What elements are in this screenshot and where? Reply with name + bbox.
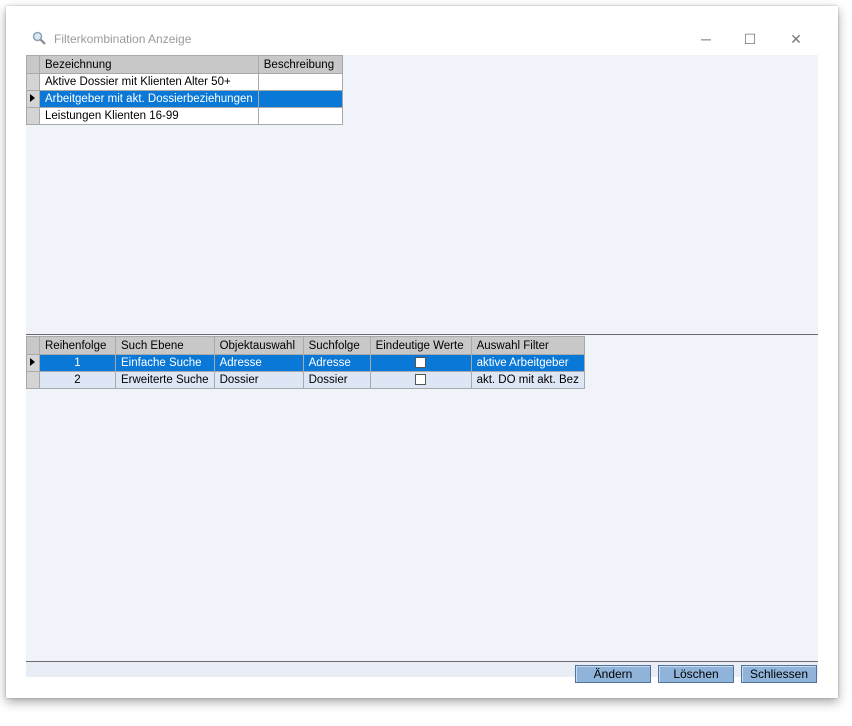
cell-eindeutige-werte[interactable] bbox=[369, 354, 472, 372]
column-header-objektauswahl[interactable]: Objektauswahl bbox=[213, 336, 304, 355]
row-header-corner bbox=[26, 55, 40, 74]
cell-such-ebene[interactable]: Erweiterte Suche bbox=[115, 371, 215, 389]
table-row[interactable]: Aktive Dossier mit Klienten Alter 50+ bbox=[26, 73, 343, 91]
aendern-button[interactable]: Ändern bbox=[575, 665, 651, 683]
filter-window: Filterkombination Anzeige ─ ☐ ✕ Bezeichn… bbox=[6, 6, 838, 698]
schliessen-button[interactable]: Schliessen bbox=[741, 665, 817, 683]
filter-grid: Bezeichnung Beschreibung Aktive Dossier … bbox=[26, 55, 343, 125]
row-header[interactable] bbox=[26, 371, 40, 389]
eindeutige-werte-checkbox[interactable] bbox=[415, 357, 427, 369]
minimize-button[interactable]: ─ bbox=[686, 26, 726, 52]
cell-suchfolge[interactable]: Adresse bbox=[302, 354, 371, 372]
filter-grid-header: Bezeichnung Beschreibung bbox=[26, 55, 343, 74]
row-header-corner bbox=[26, 336, 40, 355]
cell-eindeutige-werte[interactable] bbox=[369, 371, 472, 389]
search-steps-header: Reihenfolge Such Ebene Objektauswahl Suc… bbox=[26, 336, 585, 355]
cell-bezeichnung[interactable]: Aktive Dossier mit Klienten Alter 50+ bbox=[39, 73, 259, 91]
column-header-beschreibung[interactable]: Beschreibung bbox=[257, 55, 343, 74]
cell-beschreibung[interactable] bbox=[257, 90, 343, 108]
cell-auswahl-filter[interactable]: aktive Arbeitgeber bbox=[470, 354, 585, 372]
row-pointer-icon bbox=[30, 94, 35, 102]
row-header[interactable] bbox=[26, 73, 40, 91]
column-header-reihenfolge[interactable]: Reihenfolge bbox=[39, 336, 116, 355]
row-header[interactable] bbox=[26, 354, 40, 372]
column-header-suchfolge[interactable]: Suchfolge bbox=[302, 336, 371, 355]
column-header-such-ebene[interactable]: Such Ebene bbox=[115, 336, 215, 355]
cell-suchfolge[interactable]: Dossier bbox=[302, 371, 371, 389]
row-header[interactable] bbox=[26, 107, 40, 125]
eindeutige-werte-checkbox[interactable] bbox=[415, 374, 427, 386]
table-row-selected[interactable]: 1 Einfache Suche Adresse Adresse aktive … bbox=[26, 354, 585, 372]
row-header[interactable] bbox=[26, 90, 40, 108]
table-row-selected[interactable]: Arbeitgeber mit akt. Dossierbeziehungen bbox=[26, 90, 343, 108]
splitter[interactable] bbox=[26, 334, 818, 335]
cell-objektauswahl[interactable]: Dossier bbox=[213, 371, 304, 389]
column-header-auswahl-filter[interactable]: Auswahl Filter bbox=[470, 336, 585, 355]
table-row[interactable]: Leistungen Klienten 16-99 bbox=[26, 107, 343, 125]
cell-reihenfolge[interactable]: 2 bbox=[39, 371, 116, 389]
button-bar: Ändern Löschen Schliessen bbox=[26, 661, 818, 683]
table-row[interactable]: 2 Erweiterte Suche Dossier Dossier akt. … bbox=[26, 371, 585, 389]
cell-beschreibung[interactable] bbox=[257, 107, 343, 125]
cell-auswahl-filter[interactable]: akt. DO mit akt. Bez bbox=[470, 371, 585, 389]
cell-such-ebene[interactable]: Einfache Suche bbox=[115, 354, 215, 372]
loeschen-button[interactable]: Löschen bbox=[658, 665, 734, 683]
column-header-eindeutige-werte[interactable]: Eindeutige Werte bbox=[369, 336, 472, 355]
window-title: Filterkombination Anzeige bbox=[54, 32, 192, 46]
row-pointer-icon bbox=[30, 358, 35, 366]
cell-beschreibung[interactable] bbox=[257, 73, 343, 91]
column-header-bezeichnung[interactable]: Bezeichnung bbox=[39, 55, 259, 74]
cell-reihenfolge[interactable]: 1 bbox=[39, 354, 116, 372]
search-steps-grid: Reihenfolge Such Ebene Objektauswahl Suc… bbox=[26, 336, 585, 389]
magnifier-icon bbox=[32, 31, 46, 45]
title-bar: Filterkombination Anzeige ─ ☐ ✕ bbox=[6, 6, 838, 54]
cell-bezeichnung[interactable]: Leistungen Klienten 16-99 bbox=[39, 107, 259, 125]
cell-bezeichnung[interactable]: Arbeitgeber mit akt. Dossierbeziehungen bbox=[39, 90, 259, 108]
client-area: Bezeichnung Beschreibung Aktive Dossier … bbox=[26, 55, 818, 683]
close-button[interactable]: ✕ bbox=[776, 26, 816, 52]
maximize-button[interactable]: ☐ bbox=[730, 26, 770, 52]
cell-objektauswahl[interactable]: Adresse bbox=[213, 354, 304, 372]
